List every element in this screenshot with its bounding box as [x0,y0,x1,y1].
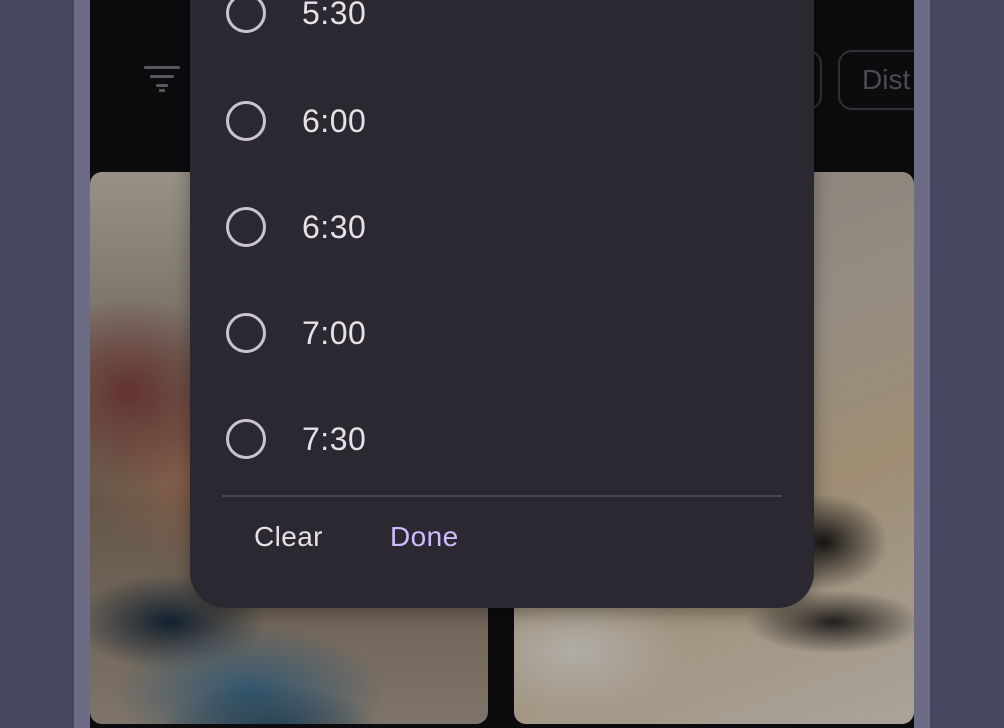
done-button[interactable]: Done [390,512,459,562]
dialog-divider [222,495,782,497]
time-option-label: 6:00 [302,103,367,139]
radio-button[interactable] [226,419,266,459]
time-option-label: 5:30 [302,0,367,31]
time-option-label: 7:00 [302,315,367,351]
time-option-730[interactable]: 7:30 [190,386,814,492]
time-option-label: 7:30 [302,421,367,457]
radio-button[interactable] [226,207,266,247]
radio-button[interactable] [226,101,266,141]
time-option-600[interactable]: 6:00 [190,68,814,174]
radio-button[interactable] [226,313,266,353]
time-option-label: 6:30 [302,209,367,245]
radio-button[interactable] [226,0,266,33]
time-option-700[interactable]: 7:00 [190,280,814,386]
time-picker-dialog: 5:30 6:00 6:30 7:00 7:30 Clear Done [190,0,814,608]
time-option-630[interactable]: 6:30 [190,174,814,280]
clear-button[interactable]: Clear [254,512,323,562]
time-option-530[interactable]: 5:30 [190,0,814,66]
